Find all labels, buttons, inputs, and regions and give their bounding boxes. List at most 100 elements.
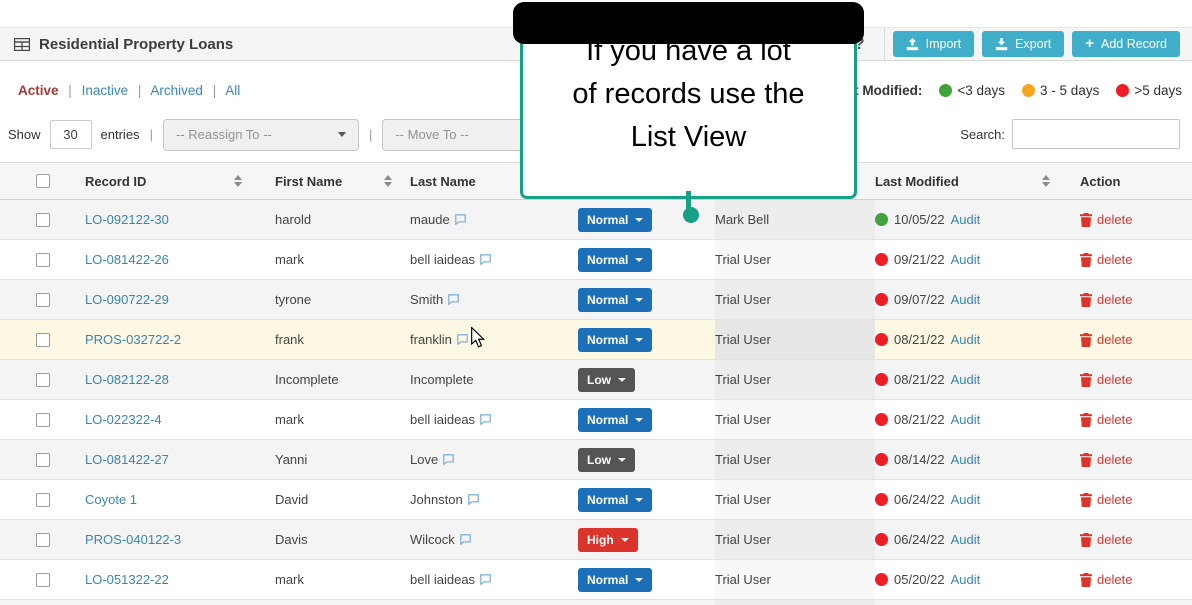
modified-status-dot: [875, 533, 888, 546]
delete-link[interactable]: delete: [1097, 492, 1132, 507]
import-button[interactable]: Import: [892, 31, 975, 57]
audit-link[interactable]: Audit: [951, 212, 981, 227]
sort-icon[interactable]: [234, 175, 242, 187]
reassign-to-select[interactable]: -- Reassign To --: [162, 118, 359, 151]
select-all-checkbox[interactable]: [36, 174, 50, 188]
record-id-link[interactable]: LO-022322-4: [85, 412, 162, 427]
last-name-cell: maude: [410, 212, 450, 227]
record-id-link[interactable]: LO-081422-26: [85, 252, 169, 267]
last-modified-legend: Last Modified: <3 days 3 - 5 days >5 day…: [831, 83, 1182, 98]
audit-link[interactable]: Audit: [951, 252, 981, 267]
record-id-link[interactable]: PROS-040122-3: [85, 532, 181, 547]
delete-link[interactable]: delete: [1097, 372, 1132, 387]
trash-icon: [1080, 252, 1092, 267]
record-id-link[interactable]: LO-090722-29: [85, 292, 169, 307]
trash-icon: [1080, 452, 1092, 467]
row-checkbox[interactable]: [36, 452, 50, 467]
status-dropdown[interactable]: Normal: [578, 247, 653, 272]
control-separator: |: [368, 127, 373, 142]
status-label: Normal: [587, 292, 629, 307]
record-id-link[interactable]: LO-051322-22: [85, 572, 169, 587]
row-checkbox[interactable]: [36, 532, 50, 547]
page-title: Residential Property Loans: [39, 35, 234, 53]
delete-link[interactable]: delete: [1097, 572, 1132, 587]
modified-status-dot: [875, 453, 888, 466]
delete-link[interactable]: delete: [1097, 332, 1132, 347]
filter-inactive[interactable]: Inactive: [82, 83, 129, 98]
row-checkbox[interactable]: [36, 212, 50, 227]
status-dropdown[interactable]: Normal: [578, 287, 653, 312]
last-name-cell: Love: [410, 452, 439, 467]
audit-link[interactable]: Audit: [951, 572, 981, 587]
note-icon[interactable]: [443, 454, 455, 465]
sort-icon[interactable]: [1042, 175, 1050, 187]
audit-link[interactable]: Audit: [951, 452, 981, 467]
note-icon[interactable]: [480, 254, 491, 265]
export-button[interactable]: Export: [982, 31, 1065, 57]
modified-date: 05/20/22: [894, 572, 945, 587]
status-dropdown[interactable]: Normal: [578, 567, 653, 592]
status-dropdown[interactable]: High: [578, 527, 638, 552]
delete-link[interactable]: delete: [1097, 532, 1132, 547]
status-dropdown[interactable]: Normal: [578, 327, 653, 352]
add-record-button[interactable]: + Add Record: [1072, 31, 1180, 57]
record-id-link[interactable]: PROS-032722-2: [85, 332, 181, 347]
delete-link[interactable]: delete: [1097, 292, 1132, 307]
delete-link[interactable]: delete: [1097, 452, 1132, 467]
audit-link[interactable]: Audit: [951, 332, 981, 347]
status-dropdown[interactable]: Normal: [578, 487, 653, 512]
trash-icon: [1080, 372, 1092, 387]
note-icon[interactable]: [467, 494, 479, 505]
record-id-link[interactable]: LO-092122-30: [85, 212, 169, 227]
table-row: PROS-032722-2 frank franklin Normal Tria…: [0, 320, 1192, 360]
row-checkbox[interactable]: [36, 572, 50, 587]
chevron-down-icon: [635, 337, 644, 342]
record-id-link[interactable]: LO-081422-27: [85, 452, 169, 467]
status-dropdown[interactable]: Normal: [578, 207, 653, 232]
status-label: Normal: [587, 212, 629, 227]
row-checkbox[interactable]: [36, 332, 50, 347]
note-icon[interactable]: [480, 414, 491, 425]
record-id-link[interactable]: LO-082122-28: [85, 372, 169, 387]
status-dropdown[interactable]: Low: [578, 447, 635, 472]
audit-link[interactable]: Audit: [951, 292, 981, 307]
note-icon[interactable]: [454, 214, 466, 225]
mouse-cursor-icon: [471, 327, 485, 348]
divider: [883, 28, 885, 60]
entries-input[interactable]: [49, 120, 92, 149]
callout-pointer-dot: [683, 207, 699, 223]
audit-link[interactable]: Audit: [951, 492, 981, 507]
row-checkbox[interactable]: [36, 412, 50, 427]
import-button-label: Import: [925, 37, 962, 51]
filter-all[interactable]: All: [225, 83, 240, 98]
trash-icon: [1080, 292, 1092, 307]
search-input[interactable]: [1012, 119, 1180, 149]
last-name-cell: Smith: [410, 292, 444, 307]
row-checkbox[interactable]: [36, 292, 50, 307]
status-dropdown[interactable]: Low: [578, 367, 635, 392]
record-id-link[interactable]: Coyote 1: [85, 492, 137, 507]
status-label: Normal: [587, 412, 629, 427]
residential-property-loans-page: Residential Property Loans ? Import Expo…: [0, 0, 1192, 605]
row-checkbox[interactable]: [36, 252, 50, 267]
audit-link[interactable]: Audit: [951, 532, 981, 547]
note-icon[interactable]: [448, 294, 460, 305]
table-row: PROS-040122-3 Davis Wilcock High Trial U…: [0, 520, 1192, 560]
status-label: High: [587, 532, 614, 547]
table-icon: [14, 37, 30, 51]
row-checkbox[interactable]: [36, 372, 50, 387]
filter-active[interactable]: Active: [18, 83, 59, 98]
delete-link[interactable]: delete: [1097, 412, 1132, 427]
note-icon[interactable]: [457, 334, 468, 345]
audit-link[interactable]: Audit: [951, 372, 981, 387]
status-dropdown[interactable]: Normal: [578, 407, 653, 432]
row-checkbox[interactable]: [36, 492, 50, 507]
sort-icon[interactable]: [384, 175, 392, 187]
audit-link[interactable]: Audit: [951, 412, 981, 427]
delete-link[interactable]: delete: [1097, 252, 1132, 267]
filter-archived[interactable]: Archived: [150, 83, 203, 98]
first-name-cell: Yanni: [275, 452, 308, 467]
note-icon[interactable]: [480, 574, 491, 585]
note-icon[interactable]: [459, 534, 471, 545]
delete-link[interactable]: delete: [1097, 212, 1132, 227]
